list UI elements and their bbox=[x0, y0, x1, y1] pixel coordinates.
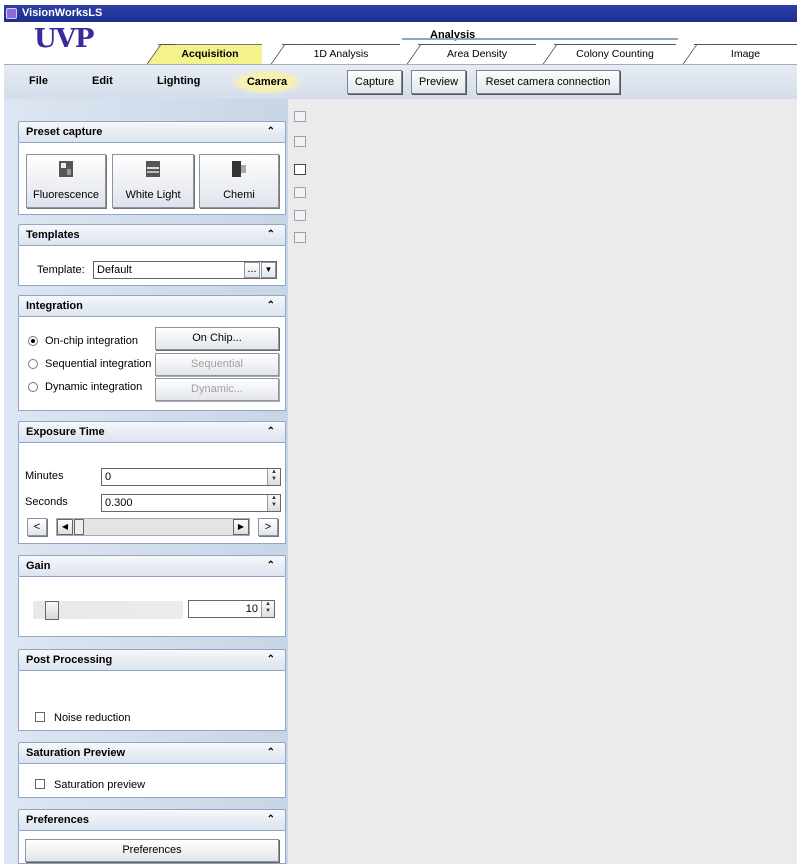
template-value: Default bbox=[97, 264, 132, 276]
post-processing-title: Post Processing bbox=[26, 654, 113, 666]
preferences-header[interactable]: Preferences ⌃ bbox=[18, 809, 286, 831]
tab-acquisition[interactable]: Acquisition bbox=[158, 44, 262, 64]
dynamic-label: Dynamic integration bbox=[45, 381, 143, 393]
sequential-radio[interactable] bbox=[28, 359, 38, 369]
integration-header[interactable]: Integration ⌃ bbox=[18, 295, 286, 317]
view-full-icon[interactable] bbox=[294, 164, 306, 175]
seconds-value: 0.300 bbox=[105, 497, 133, 509]
collapse-chevron-icon[interactable]: ⌃ bbox=[267, 422, 275, 442]
templates-title: Templates bbox=[26, 229, 80, 241]
sequential-button[interactable]: Sequential bbox=[155, 353, 279, 376]
white-light-icon bbox=[146, 161, 160, 177]
uvp-logo: UVP bbox=[34, 24, 94, 54]
collapse-chevron-icon[interactable]: ⌃ bbox=[267, 225, 275, 245]
preset-capture-header[interactable]: Preset capture ⌃ bbox=[18, 121, 286, 143]
capture-button[interactable]: Capture bbox=[347, 70, 402, 94]
exposure-scroll-thumb[interactable] bbox=[74, 519, 84, 535]
scroll-left-arrow-icon[interactable]: ◀ bbox=[57, 519, 73, 535]
template-label: Template: bbox=[37, 264, 85, 276]
exposure-prev-button[interactable]: < bbox=[27, 518, 47, 536]
collapse-chevron-icon[interactable]: ⌃ bbox=[267, 650, 275, 670]
post-processing-header[interactable]: Post Processing ⌃ bbox=[18, 649, 286, 671]
seconds-input[interactable]: 0.300 ▲ ▼ bbox=[101, 494, 281, 512]
templates-header[interactable]: Templates ⌃ bbox=[18, 224, 286, 246]
on-chip-label: On-chip integration bbox=[45, 335, 138, 347]
preview-button[interactable]: Preview bbox=[411, 70, 466, 94]
gain-value: 10 bbox=[245, 603, 258, 615]
on-chip-radio[interactable] bbox=[28, 336, 38, 346]
minutes-input[interactable]: 0 ▲ ▼ bbox=[101, 468, 281, 486]
sequential-label: Sequential integration bbox=[45, 358, 152, 370]
view-sidebar-icon[interactable] bbox=[294, 136, 306, 147]
saturation-title: Saturation Preview bbox=[26, 747, 126, 759]
scroll-right-arrow-icon[interactable]: ▶ bbox=[233, 519, 249, 535]
saturation-preview-checkbox[interactable] bbox=[35, 779, 45, 789]
gain-input[interactable]: 10 ▲ ▼ bbox=[188, 600, 275, 618]
seconds-label: Seconds bbox=[25, 496, 68, 508]
minutes-spinner-icon[interactable]: ▲ ▼ bbox=[267, 469, 280, 485]
fluorescence-icon bbox=[59, 161, 73, 177]
tab-area-density[interactable]: Area Density bbox=[418, 44, 536, 64]
seconds-spinner-icon[interactable]: ▲ ▼ bbox=[267, 495, 280, 511]
collapse-chevron-icon[interactable]: ⌃ bbox=[267, 556, 275, 576]
white-light-button[interactable]: White Light bbox=[112, 154, 194, 208]
minutes-value: 0 bbox=[105, 471, 112, 483]
preferences-title: Preferences bbox=[26, 814, 89, 826]
template-dropdown-icon[interactable]: ▼ bbox=[261, 262, 276, 278]
collapse-chevron-icon[interactable]: ⌃ bbox=[267, 122, 275, 142]
view-single-icon[interactable] bbox=[294, 111, 306, 122]
saturation-header[interactable]: Saturation Preview ⌃ bbox=[18, 742, 286, 764]
view-split-horizontal-icon[interactable] bbox=[294, 187, 306, 198]
fluorescence-button[interactable]: Fluorescence bbox=[26, 154, 106, 208]
gain-spinner-icon[interactable]: ▲ ▼ bbox=[261, 601, 274, 617]
minutes-label: Minutes bbox=[25, 470, 64, 482]
noise-reduction-label: Noise reduction bbox=[54, 712, 131, 724]
view-split-vertical-icon[interactable] bbox=[294, 210, 306, 221]
collapse-chevron-icon[interactable]: ⌃ bbox=[267, 810, 275, 830]
collapse-chevron-icon[interactable]: ⌃ bbox=[267, 296, 275, 316]
image-view-area bbox=[318, 99, 797, 864]
view-cascade-icon[interactable] bbox=[294, 232, 306, 243]
chemi-icon bbox=[232, 161, 246, 177]
white-light-label: White Light bbox=[125, 189, 181, 201]
template-browse-button[interactable]: ... bbox=[244, 262, 260, 278]
dynamic-button[interactable]: Dynamic... bbox=[155, 378, 279, 401]
title-bar: VisionWorksLS bbox=[4, 5, 797, 22]
tab-colony-counting[interactable]: Colony Counting bbox=[554, 44, 676, 64]
exposure-next-button[interactable]: > bbox=[258, 518, 278, 536]
saturation-preview-label: Saturation preview bbox=[54, 779, 146, 791]
analysis-group-line bbox=[402, 38, 678, 40]
chemi-label: Chemi bbox=[223, 189, 255, 201]
tab-image[interactable]: Image bbox=[694, 44, 797, 64]
gain-header[interactable]: Gain ⌃ bbox=[18, 555, 286, 577]
exposure-title: Exposure Time bbox=[26, 426, 105, 438]
preset-capture-title: Preset capture bbox=[26, 126, 103, 138]
exposure-header[interactable]: Exposure Time ⌃ bbox=[18, 421, 286, 443]
gain-slider-thumb[interactable] bbox=[45, 601, 59, 620]
noise-reduction-checkbox[interactable] bbox=[35, 712, 45, 722]
chemi-button[interactable]: Chemi bbox=[199, 154, 279, 208]
menu-camera[interactable]: Camera bbox=[232, 70, 302, 94]
tab-1d-analysis[interactable]: 1D Analysis bbox=[282, 44, 400, 64]
window-title: VisionWorksLS bbox=[22, 7, 103, 19]
menu-lighting[interactable]: Lighting bbox=[157, 75, 200, 87]
header bbox=[4, 22, 797, 64]
exposure-scrollbar[interactable] bbox=[56, 518, 250, 536]
app-icon bbox=[6, 8, 17, 19]
preferences-button[interactable]: Preferences bbox=[25, 839, 279, 862]
reset-camera-button[interactable]: Reset camera connection bbox=[476, 70, 620, 94]
on-chip-button[interactable]: On Chip... bbox=[155, 327, 279, 350]
dynamic-radio[interactable] bbox=[28, 382, 38, 392]
collapse-chevron-icon[interactable]: ⌃ bbox=[267, 743, 275, 763]
integration-title: Integration bbox=[26, 300, 83, 312]
gain-title: Gain bbox=[26, 560, 51, 572]
fluorescence-label: Fluorescence bbox=[32, 189, 100, 201]
menu-file[interactable]: File bbox=[29, 75, 48, 87]
menu-edit[interactable]: Edit bbox=[92, 75, 113, 87]
